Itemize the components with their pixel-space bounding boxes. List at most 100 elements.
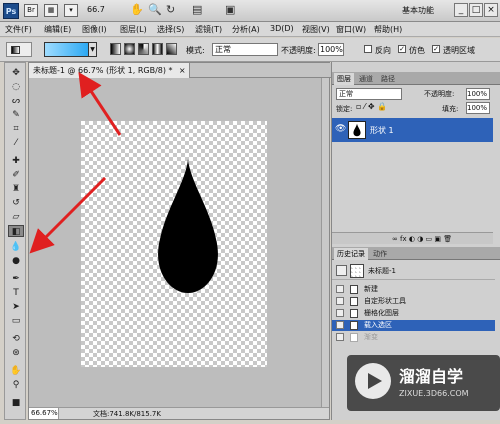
visibility-eye-icon[interactable]: 👁 — [335, 124, 346, 134]
menu-filter[interactable]: 滤镜(T) — [195, 24, 222, 35]
history-item[interactable]: 栅格化图层 — [332, 308, 495, 319]
tab-paths[interactable]: 路径 — [378, 73, 398, 85]
history-item[interactable]: 新建 — [332, 284, 495, 295]
layer-name: 形状 1 — [370, 126, 394, 135]
gradient-step-icon — [350, 333, 358, 342]
healing-brush-tool-icon[interactable]: ✚ — [8, 155, 24, 167]
history-item[interactable]: 自定形状工具 — [332, 296, 495, 307]
site-watermark: 溜溜自学 ZIXUE.3D66.COM — [347, 355, 500, 411]
workspace-switcher[interactable]: 基本功能 — [402, 5, 434, 16]
rotate-view-icon[interactable]: ↻ — [166, 3, 175, 16]
history-brush-tool-icon[interactable]: ↺ — [8, 197, 24, 209]
menu-select[interactable]: 选择(S) — [157, 24, 184, 35]
menu-layer[interactable]: 图层(L) — [120, 24, 147, 35]
pen-tool-icon[interactable]: ✒ — [8, 273, 24, 285]
lasso-tool-icon[interactable]: ᔕ — [8, 95, 24, 107]
tab-actions[interactable]: 动作 — [370, 248, 390, 260]
rasterize-step-icon — [350, 309, 358, 318]
color-swatches-icon[interactable]: ■ — [8, 397, 24, 409]
transparency-checkbox[interactable]: ✓ — [432, 45, 440, 53]
reflected-gradient-button[interactable] — [152, 43, 163, 55]
history-item-dimmed[interactable]: 渐变 — [332, 332, 495, 343]
dither-checkbox[interactable]: ✓ — [398, 45, 406, 53]
menu-analysis[interactable]: 分析(A) — [232, 24, 260, 35]
photoshop-logo: Ps — [3, 3, 19, 19]
mini-bridge-icon[interactable]: ▦ — [44, 4, 58, 17]
brush-tool-icon[interactable]: ✐ — [8, 169, 24, 181]
mode-label: 模式: — [186, 46, 205, 55]
water-drop-shape — [158, 159, 218, 293]
document-tab[interactable]: 未标题-1 @ 66.7% (形状 1, RGB/8) * × — [29, 63, 331, 78]
move-tool-icon[interactable]: ✥ — [8, 67, 24, 79]
shape-tool-icon[interactable]: ▭ — [8, 315, 24, 327]
history-snapshot[interactable]: 未标题-1 — [332, 262, 495, 280]
lock-icons[interactable]: ▫ ⁄ ✥ 🔒 — [356, 102, 387, 111]
menu-image[interactable]: 图像(I) — [82, 24, 107, 35]
vertical-scrollbar[interactable] — [321, 78, 329, 409]
document-tab-title[interactable]: 未标题-1 @ 66.7% (形状 1, RGB/8) * × — [29, 63, 190, 78]
toolbox: ✥ ◌ ᔕ ✎ ⌗ ⁄ ✚ ✐ ♜ ↺ ▱ ◧ 💧 ● ✒ T ➤ ▭ ⟲ ⊛ … — [4, 62, 26, 420]
document-size-info[interactable]: 文档:741.8K/815.7K — [93, 409, 161, 419]
eyedropper-tool-icon[interactable]: ⁄ — [8, 137, 24, 149]
minimize-button[interactable]: _ — [454, 3, 468, 17]
quick-select-tool-icon[interactable]: ✎ — [8, 109, 24, 121]
zoom-tool-icon[interactable]: ⚲ — [8, 379, 24, 391]
dodge-tool-icon[interactable]: ● — [8, 255, 24, 267]
menu-file[interactable]: 文件(F) — [5, 24, 32, 35]
blend-mode-select[interactable]: 正常 — [336, 88, 402, 100]
menu-edit[interactable]: 编辑(E) — [44, 24, 71, 35]
document-close-icon[interactable]: × — [179, 63, 186, 78]
zoom-status-field[interactable]: 66.67% — [29, 408, 59, 419]
menu-window[interactable]: 窗口(W) — [336, 24, 366, 35]
maximize-button[interactable]: □ — [469, 3, 483, 17]
opacity-label: 不透明度: — [281, 46, 316, 55]
menu-3d[interactable]: 3D(D) — [270, 24, 294, 33]
history-item-selected[interactable]: 载入选区 — [332, 320, 495, 331]
load-selection-step-icon — [350, 321, 358, 330]
3d-orbit-tool-icon[interactable]: ⊛ — [8, 347, 24, 359]
layer-row-shape-1[interactable]: 👁 形状 1 — [332, 118, 493, 142]
crop-tool-icon[interactable]: ⌗ — [8, 123, 24, 135]
menu-help[interactable]: 帮助(H) — [374, 24, 402, 35]
hand-icon[interactable]: ✋ — [130, 3, 144, 16]
diamond-gradient-button[interactable] — [166, 43, 177, 55]
clone-stamp-tool-icon[interactable]: ♜ — [8, 183, 24, 195]
canvas[interactable] — [81, 121, 267, 367]
gradient-picker-dropdown[interactable]: ▼ — [88, 42, 97, 57]
eraser-tool-icon[interactable]: ▱ — [8, 211, 24, 223]
lock-label: 锁定: — [336, 105, 353, 113]
bridge-icon[interactable]: Br — [24, 4, 38, 17]
type-tool-icon[interactable]: T — [8, 287, 24, 299]
angle-gradient-button[interactable] — [138, 43, 149, 55]
tool-preset-picker[interactable] — [6, 42, 32, 57]
tab-channels[interactable]: 通道 — [356, 73, 376, 85]
path-selection-tool-icon[interactable]: ➤ — [8, 301, 24, 313]
marquee-tool-icon[interactable]: ◌ — [8, 81, 24, 93]
zoom-icon[interactable]: 🔍 — [148, 3, 162, 16]
layers-panel-footer-icons[interactable]: ∞ fx ◐ ◑ ▭ ▣ 🗑 — [332, 232, 493, 244]
application-bar: Ps Br ▦ ▾ 66.7 ✋ 🔍 ↻ ▤ ▣ 基本功能 _ □ × — [0, 0, 500, 22]
3d-rotate-tool-icon[interactable]: ⟲ — [8, 333, 24, 345]
tab-layers[interactable]: 图层 — [334, 73, 354, 85]
snapshot-brush-icon[interactable] — [336, 265, 347, 276]
layer-thumbnail — [348, 121, 366, 139]
radial-gradient-button[interactable] — [124, 43, 135, 55]
fill-input[interactable]: 100% — [466, 102, 490, 114]
screen-mode-icon[interactable]: ▣ — [225, 3, 235, 16]
gradient-tool-icon[interactable]: ◧ — [8, 225, 24, 237]
mode-select[interactable]: 正常 — [212, 43, 278, 56]
view-extras-icon[interactable]: ▾ — [64, 4, 78, 17]
tab-history[interactable]: 历史记录 — [334, 248, 368, 260]
play-logo-icon — [355, 363, 391, 399]
hand-tool-icon[interactable]: ✋ — [8, 365, 24, 377]
menu-view[interactable]: 视图(V) — [302, 24, 330, 35]
arrange-documents-icon[interactable]: ▤ — [192, 3, 202, 16]
reverse-checkbox[interactable] — [364, 45, 372, 53]
snapshot-thumbnail — [350, 264, 364, 278]
blur-tool-icon[interactable]: 💧 — [8, 241, 24, 253]
linear-gradient-button[interactable] — [110, 43, 121, 55]
zoom-level[interactable]: 66.7 — [87, 5, 115, 14]
layer-opacity-input[interactable]: 100% — [466, 88, 490, 100]
opacity-input[interactable]: 100% — [318, 43, 344, 56]
close-button[interactable]: × — [484, 3, 498, 17]
